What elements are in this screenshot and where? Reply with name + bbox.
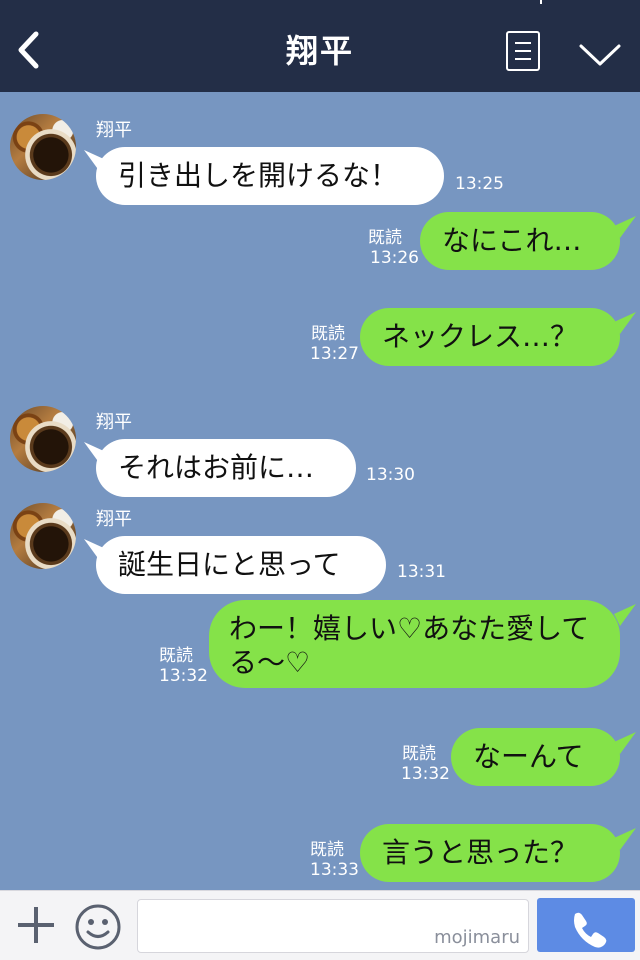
message-bubble[interactable]: それはお前に… (96, 439, 356, 497)
status-tick (540, 0, 542, 4)
plus-icon[interactable] (16, 905, 56, 945)
message-bubble[interactable]: 引き出しを開けるな！ (96, 147, 444, 205)
call-button[interactable] (537, 898, 635, 952)
chat-header: 翔平 (0, 0, 640, 92)
avatar[interactable] (10, 503, 76, 569)
message-time: 13:31 (397, 562, 446, 582)
message-time: 13:26 (370, 248, 419, 268)
message-list[interactable]: 翔平 引き出しを開けるな！ 13:25 既読 13:26 なにこれ… 既読 13… (0, 92, 640, 890)
bubble-tail (614, 604, 636, 626)
message-bubble[interactable]: ネックレス…？ (360, 308, 620, 366)
read-receipt: 既読 (310, 840, 344, 860)
read-receipt: 既読 (368, 228, 402, 248)
message-input[interactable]: mojimaru (137, 899, 529, 953)
sender-name: 翔平 (96, 120, 132, 141)
message-time: 13:32 (401, 764, 450, 784)
message-bubble[interactable]: わー！嬉しい♡あなた愛してる〜♡ (209, 600, 620, 688)
message-bubble[interactable]: 言うと思った？ (360, 824, 620, 882)
bubble-tail (614, 732, 636, 754)
bubble-tail (614, 216, 636, 238)
bubble-tail (614, 828, 636, 850)
read-receipt: 既読 (311, 324, 345, 344)
message-time: 13:32 (159, 666, 208, 686)
phone-icon (574, 912, 607, 948)
chat-title: 翔平 (285, 32, 354, 70)
smiley-icon[interactable] (74, 903, 122, 951)
menu-list-icon[interactable] (506, 31, 540, 71)
message-bubble[interactable]: 誕生日にと思って (96, 536, 386, 594)
message-time: 13:33 (310, 860, 359, 880)
avatar[interactable] (10, 406, 76, 472)
sender-name: 翔平 (96, 412, 132, 433)
message-bubble[interactable]: なーんて (451, 728, 620, 786)
input-bar: mojimaru (0, 890, 640, 960)
read-receipt: 既読 (402, 744, 436, 764)
sender-name: 翔平 (96, 509, 132, 530)
avatar[interactable] (10, 114, 76, 180)
message-time: 13:27 (310, 344, 359, 364)
read-receipt: 既読 (159, 646, 193, 666)
watermark: mojimaru (434, 927, 520, 948)
message-bubble[interactable]: なにこれ… (420, 212, 620, 270)
message-time: 13:25 (455, 174, 504, 194)
bubble-tail (614, 312, 636, 334)
chevron-down-icon[interactable] (578, 42, 622, 68)
message-time: 13:30 (366, 465, 415, 485)
